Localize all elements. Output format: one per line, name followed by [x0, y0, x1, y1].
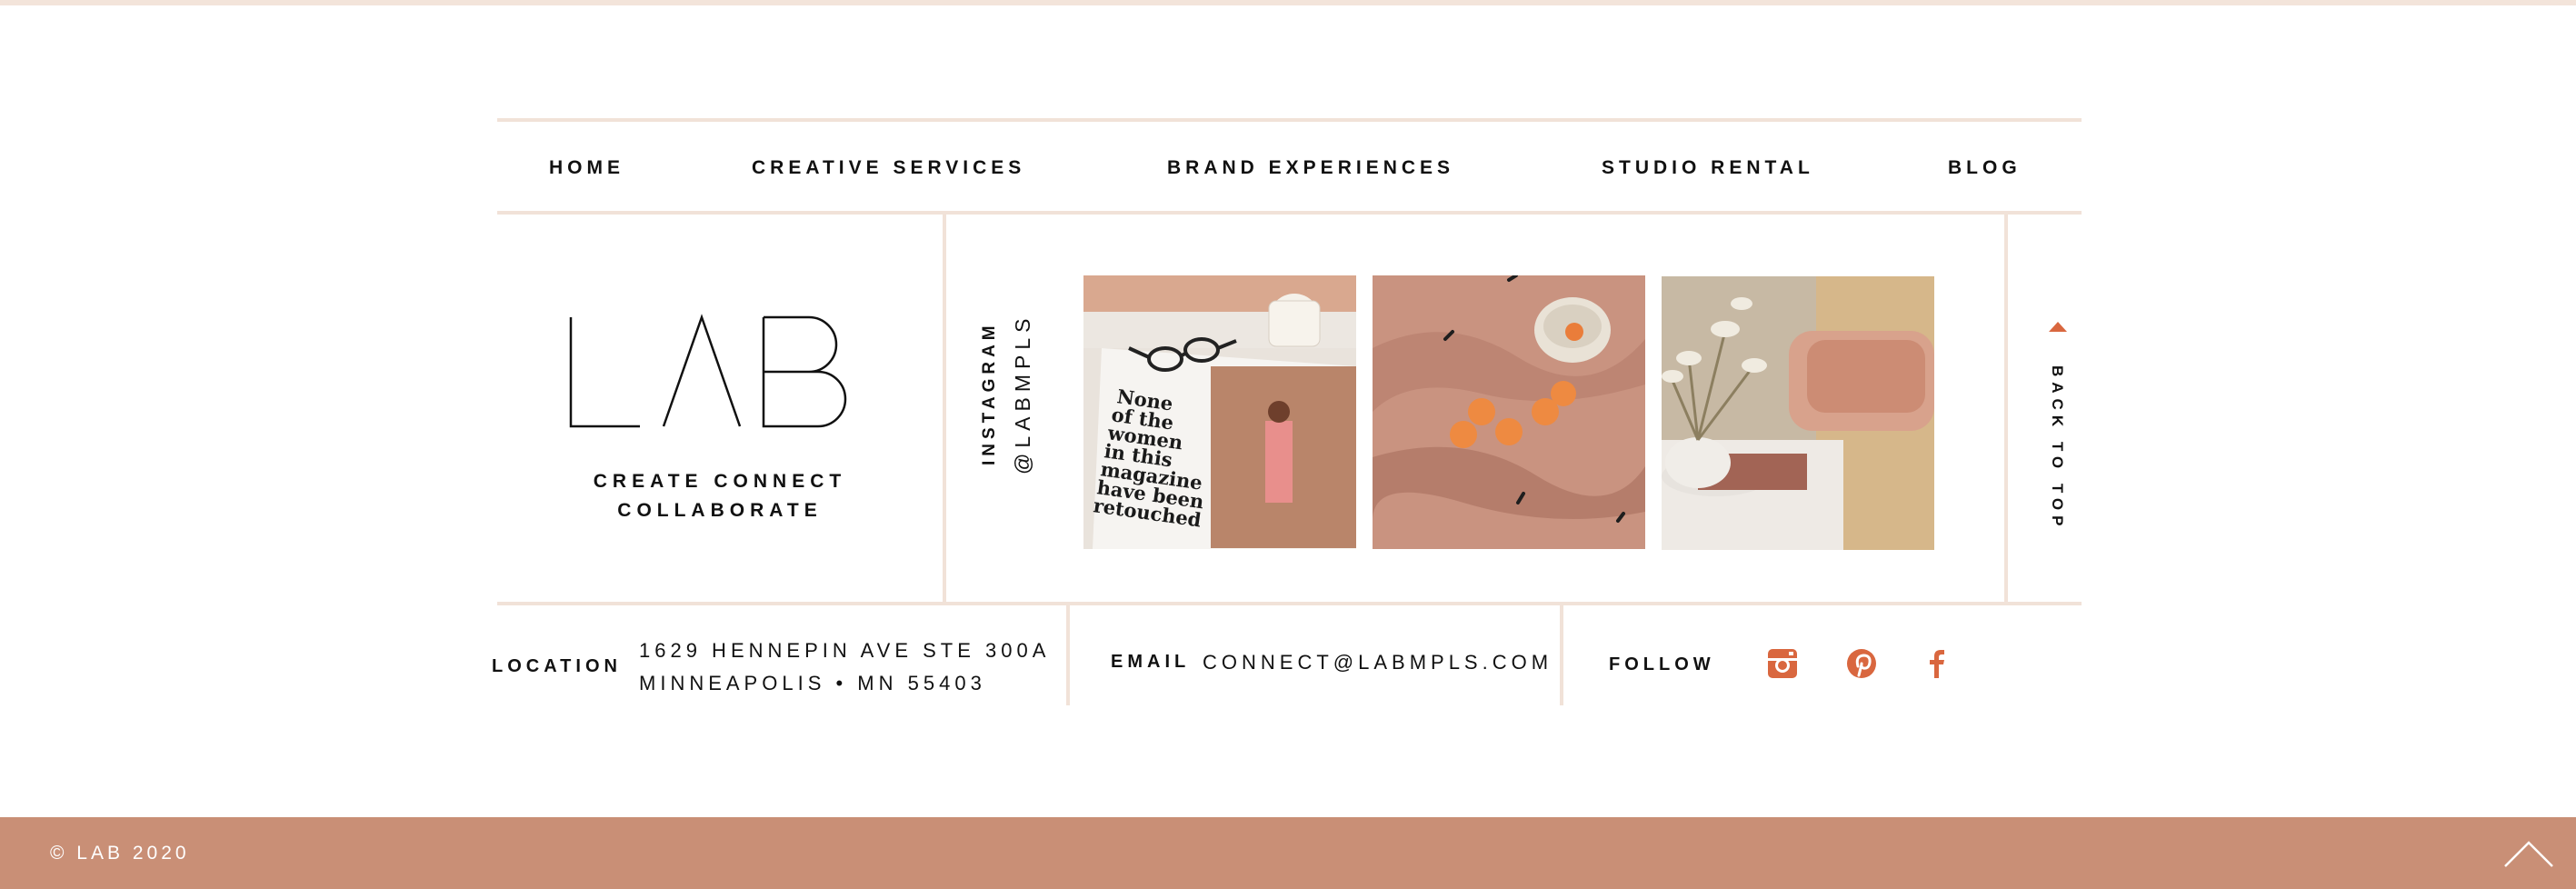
address-line2: MINNEAPOLIS • MN 55403 [639, 672, 986, 694]
pinterest-icon[interactable] [1845, 647, 1878, 680]
back-to-top-arrow-icon [2049, 322, 2067, 332]
nav-home[interactable]: HOME [549, 122, 624, 215]
instagram-handle-link[interactable]: @LABMPLS [1011, 314, 1035, 474]
info-divider-1 [1066, 605, 1070, 705]
instagram-photo-magazine[interactable]: None of the women in this magazine have … [1083, 275, 1356, 549]
nav-creative-services[interactable]: CREATIVE SERVICES [752, 122, 1025, 215]
nav-blog[interactable]: BLOG [1948, 122, 2022, 215]
follow-label: FOLLOW [1609, 654, 1715, 674]
info-divider-2 [1560, 605, 1563, 705]
info-top-divider [497, 602, 2082, 605]
footer-bar: © LAB 2020 [0, 817, 2576, 889]
nav-bottom-divider [497, 211, 2082, 215]
logo-divider [943, 215, 946, 604]
main-nav: HOME CREATIVE SERVICES BRAND EXPERIENCES… [497, 122, 2082, 215]
address-line1: 1629 HENNEPIN AVE STE 300A [639, 639, 1051, 662]
email-link[interactable]: CONNECT@LABMPLS.COM [1203, 651, 1553, 674]
instagram-photo-flowers-chair[interactable] [1662, 276, 1934, 550]
instagram-label: INSTAGRAM [980, 321, 999, 465]
instagram-photo-oranges[interactable] [1373, 275, 1645, 549]
facebook-icon[interactable] [1921, 647, 1953, 680]
tagline-line2: COLLABORATE [617, 500, 823, 521]
instagram-icon[interactable] [1766, 647, 1799, 680]
lab-logo[interactable] [565, 314, 865, 432]
nav-studio-rental[interactable]: STUDIO RENTAL [1602, 122, 1814, 215]
scroll-to-top-chevron-icon[interactable] [2501, 835, 2556, 872]
tagline-line1: CREATE CONNECT [593, 471, 847, 492]
back-to-top-label: BACK TO TOP [2049, 365, 2066, 532]
location-label: LOCATION [492, 656, 622, 676]
email-label: EMAIL [1111, 652, 1191, 672]
copyright-text: © LAB 2020 [50, 843, 190, 864]
back-to-top-button[interactable] [2014, 218, 2078, 600]
nav-brand-experiences[interactable]: BRAND EXPERIENCES [1167, 122, 1454, 215]
instagram-divider [2004, 215, 2008, 604]
top-accent-strip [0, 0, 2576, 5]
